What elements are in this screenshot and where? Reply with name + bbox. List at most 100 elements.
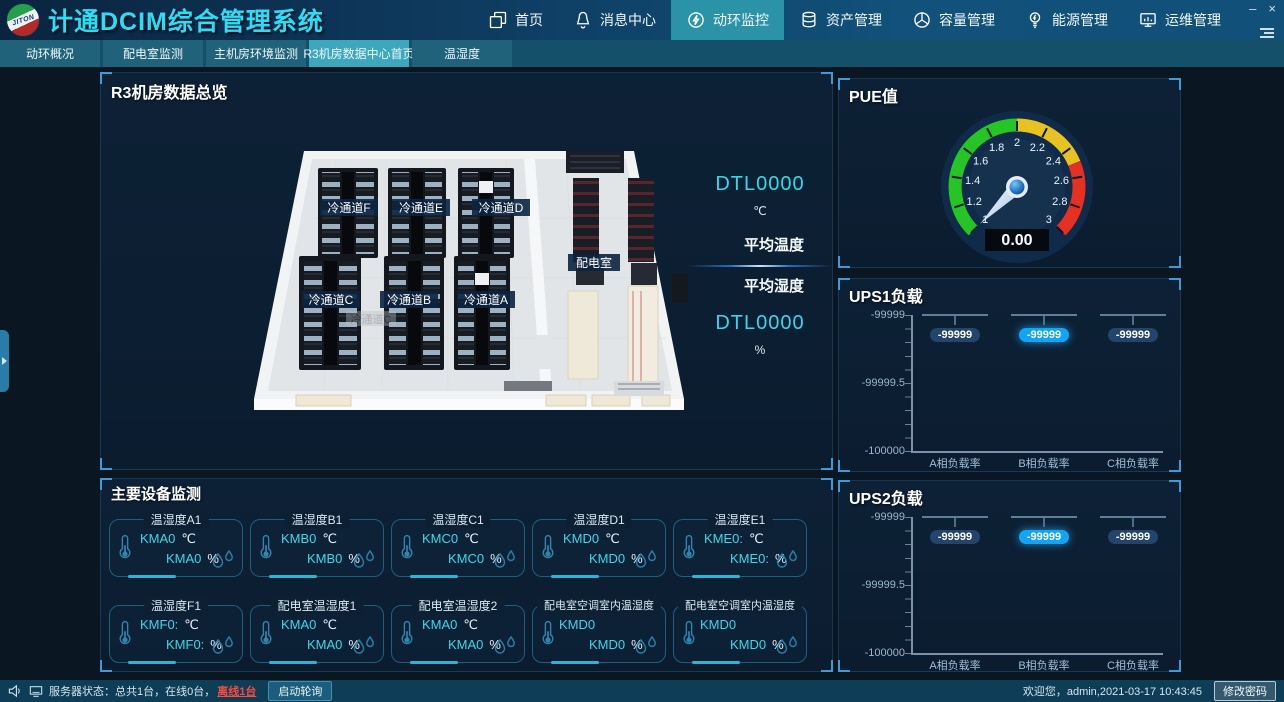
- room-overview-title: R3机房数据总览: [111, 79, 227, 103]
- x-axis-category: C相负载率: [1088, 657, 1178, 673]
- humidity-value: KMA0: [166, 551, 201, 566]
- water-drops-icon: [350, 636, 378, 658]
- speaker-icon[interactable]: [8, 684, 23, 698]
- nav-energy-mgmt[interactable]: 能源管理: [1010, 0, 1123, 40]
- temperature-unit: ℃: [605, 531, 620, 546]
- tab-env-overview[interactable]: 动环概况: [0, 40, 100, 67]
- nav-env-monitoring[interactable]: 动环监控: [671, 0, 784, 40]
- app-header: JITON 计通DCIM综合管理系统 首页 消息中心 动环监控 资产管理 容量管…: [0, 0, 1284, 40]
- aisle-ghost-label: 冷通道C: [346, 311, 396, 326]
- temperature-value: KMA0: [422, 617, 457, 632]
- card-accent-line: [410, 661, 458, 664]
- thermometer-icon: [541, 533, 555, 561]
- logo-text: JITON: [11, 13, 35, 27]
- power-room-label[interactable]: 配电室: [568, 254, 620, 271]
- temperature-unit: ℃: [322, 617, 337, 632]
- temperature-value: KMD0: [700, 617, 736, 632]
- thermometer-icon: [118, 533, 132, 561]
- bar-value-label-highlighted: -99999: [1019, 328, 1069, 342]
- y-axis-tick: -100000: [843, 445, 905, 457]
- device-card-power-ac2: 配电室空调室内温湿度 KMD0 KMD0%: [673, 605, 807, 663]
- y-axis-tick: -100000: [843, 647, 905, 659]
- power-circle-icon: [686, 10, 706, 30]
- aisle-label-a[interactable]: 冷通道A: [457, 291, 515, 308]
- svg-text:2.2: 2.2: [1030, 142, 1045, 154]
- aisle-label-d[interactable]: 冷通道D: [472, 199, 530, 216]
- room-averages: DTL0000 ℃ 平均温度 平均湿度 DTL0000 %: [689, 173, 831, 357]
- sidebar-expander-handle[interactable]: [0, 330, 9, 392]
- temperature-unit: ℃: [322, 531, 337, 546]
- change-password-button[interactable]: 修改密码: [1214, 681, 1276, 701]
- database-icon: [799, 10, 819, 30]
- svg-text:冷通道B: 冷通道B: [387, 293, 431, 307]
- humidity-value: KMB0: [307, 551, 342, 566]
- aisle-label-e[interactable]: 冷通道E: [392, 199, 450, 216]
- nav-capacity-mgmt[interactable]: 容量管理: [897, 0, 1010, 40]
- nav-message-center[interactable]: 消息中心: [558, 0, 671, 40]
- svg-text:2.8: 2.8: [1052, 196, 1067, 208]
- water-drops-icon: [773, 636, 801, 658]
- devices-panel: 主要设备监测 温湿度A1 KMA0℃ KMA0% 温湿度B1 KMB0℃ KMB…: [100, 478, 833, 672]
- temperature-unit: ℃: [184, 617, 199, 632]
- tab-temp-humidity[interactable]: 温湿度: [412, 40, 512, 67]
- thermometer-icon: [682, 533, 696, 561]
- hamburger-menu-icon[interactable]: [1260, 26, 1274, 38]
- bar-group-a: -99999 A相负载率: [910, 314, 1000, 343]
- pue-gauge: 1 1.2 1.4 1.6 1.8 2 2.2 2.4 2.6 2.8 3 0.…: [839, 99, 1182, 267]
- aisle-label-f[interactable]: 冷通道F: [320, 199, 378, 216]
- humidity-value: KMA0: [307, 637, 342, 652]
- water-drops-icon: [632, 636, 660, 658]
- card-accent-line: [692, 575, 740, 578]
- nav-env-monitoring-label: 动环监控: [713, 10, 769, 30]
- tab-r3-datacenter-home[interactable]: R3机房数据中心首页: [309, 40, 409, 67]
- svg-text:冷通道E: 冷通道E: [399, 201, 443, 215]
- temperature-unit: ℃: [463, 617, 478, 632]
- rack-block-a[interactable]: [454, 256, 510, 370]
- start-polling-button[interactable]: 启动轮询: [268, 681, 332, 701]
- temperature-unit: ℃: [181, 531, 196, 546]
- svg-text:1.6: 1.6: [973, 156, 988, 168]
- temperature-value: KME0:: [704, 531, 743, 546]
- water-drops-icon: [491, 636, 519, 658]
- svg-text:1.8: 1.8: [989, 142, 1004, 154]
- x-axis-category: B相负载率: [999, 455, 1089, 471]
- device-card-e1: 温湿度E1 KME0:℃ KME0:%: [673, 519, 807, 577]
- tab-mainroom-env-monitor[interactable]: 主机房环境监测: [206, 40, 306, 67]
- card-accent-line: [551, 575, 599, 578]
- temperature-value: KMC0: [422, 531, 458, 546]
- thermometer-icon: [118, 619, 132, 647]
- temperature-unit: ℃: [464, 531, 479, 546]
- minimize-button[interactable]: –: [1249, 2, 1256, 16]
- water-drops-icon: [350, 550, 378, 572]
- close-button[interactable]: ×: [1268, 2, 1276, 16]
- tab-bar: 动环概况 配电室监测 主机房环境监测 R3机房数据中心首页 温湿度: [0, 40, 1284, 67]
- nav-asset-mgmt[interactable]: 资产管理: [784, 0, 897, 40]
- aisle-label-c[interactable]: 冷通道C: [302, 291, 360, 308]
- card-accent-line: [410, 575, 458, 578]
- datacenter-3d-room-view[interactable]: 冷通道F 冷通道E 冷通道D 冷通道C 冷通道B 冷通道A 配电室 冷通道C: [236, 123, 716, 453]
- device-card-power-ac1: 配电室空调室内温湿度 KMD0 KMD0%: [532, 605, 666, 663]
- ups1-bar-chart: -99999 -99999.5 -100000 -99999 A相负载率 -99…: [839, 279, 1182, 473]
- device-card-d1: 温湿度D1 KMD0℃ KMD0%: [532, 519, 666, 577]
- card-accent-line: [128, 661, 176, 664]
- card-accent-line: [551, 661, 599, 664]
- device-card-title: 配电室温湿度2: [412, 597, 505, 614]
- bar-group-b: -99999 B相负载率: [999, 314, 1089, 343]
- monitor-icon: [1138, 10, 1158, 30]
- nav-ops-mgmt[interactable]: 运维管理: [1123, 0, 1236, 40]
- aisle-label-b[interactable]: 冷通道B: [380, 291, 438, 308]
- svg-text:配电室: 配电室: [576, 255, 612, 270]
- nav-capacity-mgmt-label: 容量管理: [939, 10, 995, 30]
- tab-power-room-monitor[interactable]: 配电室监测: [103, 40, 203, 67]
- nav-home[interactable]: 首页: [473, 0, 558, 40]
- card-accent-line: [692, 661, 740, 664]
- bar-value-label: -99999: [930, 328, 980, 342]
- water-drops-icon: [209, 550, 237, 572]
- humidity-value: KMA0: [448, 637, 483, 652]
- svg-text:3: 3: [1046, 214, 1052, 226]
- offline-count-link[interactable]: 离线1台: [217, 683, 256, 699]
- window-controls: – ×: [1249, 2, 1276, 16]
- humidity-value: KMD0: [589, 637, 625, 652]
- card-accent-line: [269, 575, 317, 578]
- energy-bulb-icon: [1025, 10, 1045, 30]
